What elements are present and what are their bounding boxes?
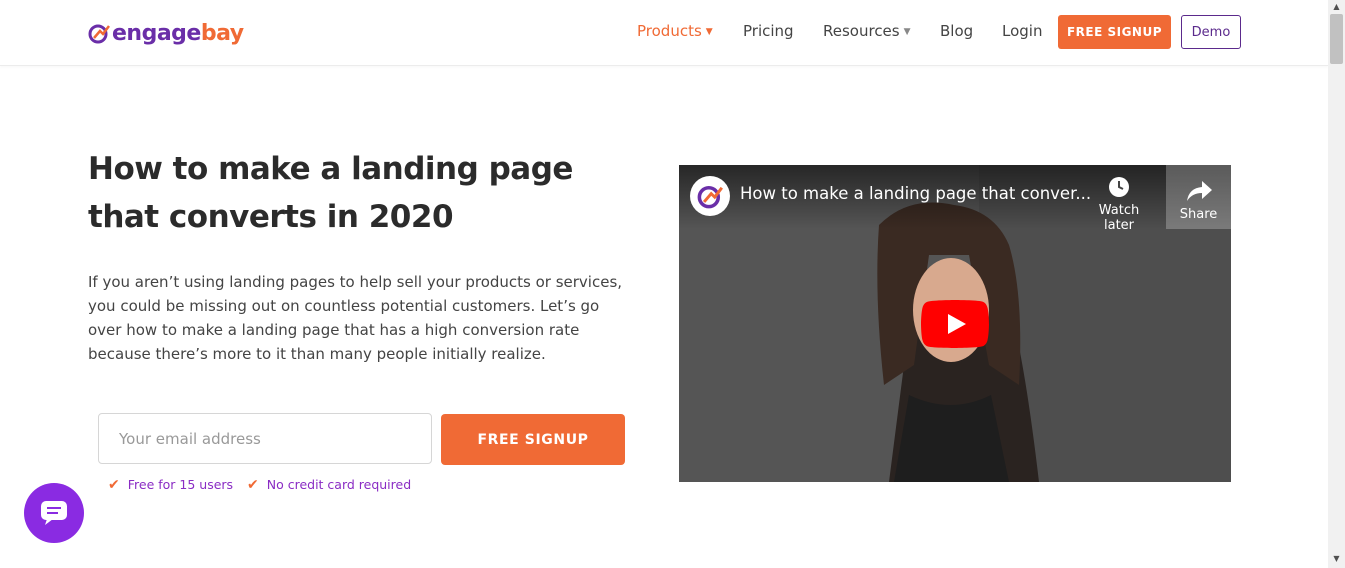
engagebay-logo-mark-icon xyxy=(697,185,723,209)
logo-text-engage: engage xyxy=(112,20,201,46)
watch-later-button[interactable]: Watch later xyxy=(1083,175,1155,233)
clock-icon xyxy=(1109,177,1129,197)
youtube-play-icon[interactable] xyxy=(921,300,989,348)
email-input[interactable] xyxy=(98,413,432,464)
check-icon: ✔ xyxy=(247,477,259,493)
hero-description: If you aren’t using landing pages to hel… xyxy=(88,273,623,363)
video-embed[interactable]: How to make a landing page that conver..… xyxy=(679,165,1231,482)
chevron-down-icon: ▼ xyxy=(705,27,713,37)
nav-blog[interactable]: Blog xyxy=(940,22,973,40)
scroll-down-icon[interactable]: ▼ xyxy=(1328,554,1345,563)
scrollbar-thumb[interactable] xyxy=(1330,14,1343,64)
chat-widget-button[interactable] xyxy=(24,483,84,543)
site-header: engage bay Products ▼ Pricing Resources ▼ B… xyxy=(0,0,1328,66)
perk-label: Free for 15 users xyxy=(127,477,234,492)
nav-resources-label: Resources xyxy=(823,22,900,40)
share-icon xyxy=(1186,181,1212,201)
scroll-up-icon[interactable]: ▲ xyxy=(1328,2,1345,11)
engagebay-logo[interactable]: engage bay xyxy=(88,17,244,49)
perk-label: No credit card required xyxy=(266,477,412,492)
watch-later-label: Watch later xyxy=(1098,203,1140,233)
demo-button[interactable]: Demo xyxy=(1181,15,1241,49)
check-icon: ✔ xyxy=(108,477,120,493)
nav-products-label: Products xyxy=(637,22,702,40)
nav-pricing[interactable]: Pricing xyxy=(743,22,794,40)
nav-login-label: Login xyxy=(1002,22,1043,40)
perk-item: ✔ Free for 15 users xyxy=(108,477,233,493)
perk-item: ✔ No credit card required xyxy=(247,477,411,493)
free-signup-button[interactable]: FREE SIGNUP xyxy=(441,414,625,465)
nav-pricing-label: Pricing xyxy=(743,22,794,40)
chat-icon xyxy=(41,501,67,525)
header-free-signup-button[interactable]: FREE SIGNUP xyxy=(1058,15,1171,49)
page-title: How to make a landing page that converts… xyxy=(88,145,608,241)
chevron-down-icon: ▼ xyxy=(903,27,911,37)
channel-avatar[interactable] xyxy=(690,176,730,216)
share-label: Share xyxy=(1179,207,1218,222)
logo-text-bay: bay xyxy=(200,20,244,46)
page-title-line2: that converts in 2020 xyxy=(88,199,454,235)
share-button[interactable]: Share xyxy=(1166,165,1231,229)
page-scrollbar[interactable]: ▲ ▼ xyxy=(1328,0,1345,568)
nav-blog-label: Blog xyxy=(940,22,974,40)
nav-products[interactable]: Products ▼ xyxy=(637,22,713,40)
engagebay-logo-mark-icon xyxy=(88,24,110,44)
page-title-line1: How to make a landing page xyxy=(88,151,573,187)
nav-resources[interactable]: Resources ▼ xyxy=(823,22,911,40)
nav-login[interactable]: Login xyxy=(1002,22,1042,40)
video-title[interactable]: How to make a landing page that conver..… xyxy=(740,184,1091,203)
